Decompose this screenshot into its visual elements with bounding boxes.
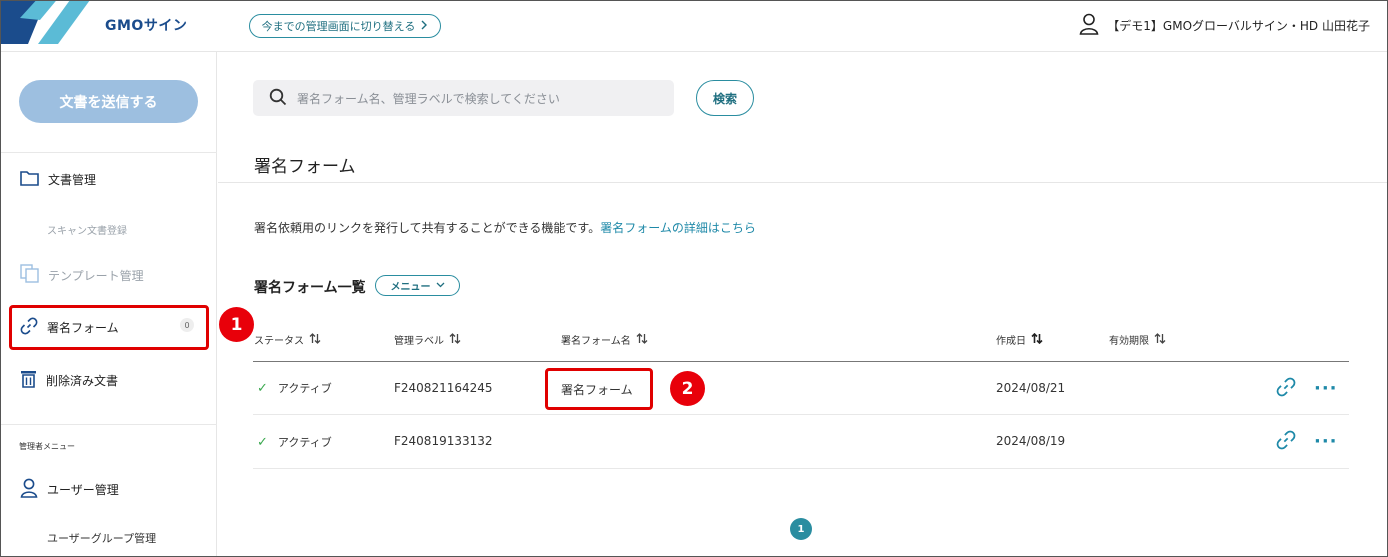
table-cell-created: 2024/08/19 xyxy=(996,434,1066,448)
search-placeholder: 署名フォーム名、管理ラベルで検索してください xyxy=(297,91,560,106)
brand-logo-text[interactable]: GMOサイン xyxy=(105,15,187,35)
table-row-status: ✓ アクティブ xyxy=(257,380,332,396)
sidebar-item-label: 削除済み文書 xyxy=(46,374,119,388)
sidebar-item-label: 文書管理 xyxy=(48,173,97,187)
status-text: アクティブ xyxy=(277,436,332,449)
more-options-icon[interactable]: ··· xyxy=(1314,380,1338,398)
table-row-actions: ··· xyxy=(1276,430,1338,454)
chevron-down-icon xyxy=(436,280,445,291)
status-text: アクティブ xyxy=(277,382,332,395)
top-header: GMOサイン 今までの管理画面に切り替える 【デモ1】GMOグローバルサイン・H… xyxy=(0,0,1388,52)
column-header-label: 有効期限 xyxy=(1109,336,1149,347)
table-row-divider xyxy=(253,414,1349,415)
search-button[interactable]: 検索 xyxy=(696,80,754,116)
sidebar-item-templates[interactable]: テンプレート管理 xyxy=(20,264,144,286)
sidebar-item-documents[interactable]: 文書管理 xyxy=(20,170,96,189)
chevron-right-icon xyxy=(421,20,428,33)
sidebar-item-deleted[interactable]: 削除済み文書 xyxy=(20,370,118,391)
column-header-status[interactable]: ステータス xyxy=(254,332,321,347)
copy-link-icon[interactable] xyxy=(1276,377,1296,401)
template-icon xyxy=(20,264,39,286)
sort-icon xyxy=(449,332,461,347)
sidebar-divider xyxy=(0,152,217,153)
page-title: 署名フォーム xyxy=(254,157,356,177)
column-header-label: 署名フォーム名 xyxy=(561,336,631,347)
description-text: 署名依頼用のリンクを発行して共有することができる機能です。 xyxy=(254,221,601,235)
page-description: 署名依頼用のリンクを発行して共有することができる機能です。署名フォームの詳細はこ… xyxy=(254,219,756,236)
menu-dropdown-button[interactable]: メニュー xyxy=(375,275,460,296)
highlight-box-1 xyxy=(9,305,209,350)
check-icon: ✓ xyxy=(257,380,268,396)
user-menu[interactable]: 【デモ1】GMOグローバルサイン・HD 山田花子 xyxy=(1079,13,1370,38)
sort-icon xyxy=(1031,332,1043,347)
column-header-label[interactable]: 管理ラベル xyxy=(394,332,461,347)
admin-menu-heading: 管理者メニュー xyxy=(19,442,75,451)
more-options-icon[interactable]: ··· xyxy=(1314,433,1338,451)
user-icon xyxy=(1079,13,1099,38)
table-header-divider xyxy=(253,361,1349,362)
table-cell-label: F240819133132 xyxy=(394,434,493,448)
folder-icon xyxy=(20,170,39,189)
table-row-status: ✓ アクティブ xyxy=(257,434,332,450)
column-header-expires[interactable]: 有効期限 xyxy=(1109,332,1166,347)
sort-icon xyxy=(309,332,321,347)
column-header-form-name[interactable]: 署名フォーム名 xyxy=(561,332,648,347)
column-header-label: ステータス xyxy=(254,336,304,347)
trash-icon xyxy=(20,370,37,391)
title-divider xyxy=(218,182,1388,183)
sidebar-item-label: テンプレート管理 xyxy=(48,268,144,283)
sidebar-item-user-groups[interactable]: ユーザーグループ管理 xyxy=(47,530,156,546)
sidebar-item-label: ユーザー管理 xyxy=(47,483,119,497)
sort-icon xyxy=(1154,332,1166,347)
details-link[interactable]: 署名フォームの詳細はこちら xyxy=(600,221,756,235)
switch-legacy-button[interactable]: 今までの管理画面に切り替える xyxy=(249,14,441,38)
user-icon xyxy=(20,478,38,501)
column-header-created[interactable]: 作成日 xyxy=(996,332,1043,347)
table-row-actions: ··· xyxy=(1276,377,1338,401)
table-cell-created: 2024/08/21 xyxy=(996,381,1066,395)
table-cell-label: F240821164245 xyxy=(394,381,493,395)
user-name: 【デモ1】GMOグローバルサイン・HD 山田花子 xyxy=(1107,19,1370,33)
search-input[interactable]: 署名フォーム名、管理ラベルで検索してください xyxy=(253,80,674,116)
table-row-divider xyxy=(253,468,1349,469)
brand-logo-mark xyxy=(0,0,95,44)
menu-button-label: メニュー xyxy=(390,282,431,293)
switch-legacy-label: 今までの管理画面に切り替える xyxy=(261,20,416,33)
check-icon: ✓ xyxy=(257,434,268,450)
search-icon xyxy=(269,88,287,109)
annotation-marker-2: 2 xyxy=(670,371,705,406)
sidebar-divider xyxy=(0,424,217,425)
highlight-box-2 xyxy=(545,368,653,410)
send-document-button[interactable]: 文書を送信する xyxy=(19,80,198,123)
pagination-current-page[interactable]: 1 xyxy=(790,518,812,540)
annotation-marker-1: 1 xyxy=(219,307,254,342)
column-header-label: 管理ラベル xyxy=(394,336,444,347)
copy-link-icon[interactable] xyxy=(1276,430,1296,454)
column-header-label: 作成日 xyxy=(996,336,1026,347)
sort-icon xyxy=(636,332,648,347)
section-title: 署名フォーム一覧 xyxy=(254,280,366,296)
sidebar-item-user-management[interactable]: ユーザー管理 xyxy=(20,478,119,501)
sidebar-item-scan-register[interactable]: スキャン文書登録 xyxy=(47,222,127,237)
